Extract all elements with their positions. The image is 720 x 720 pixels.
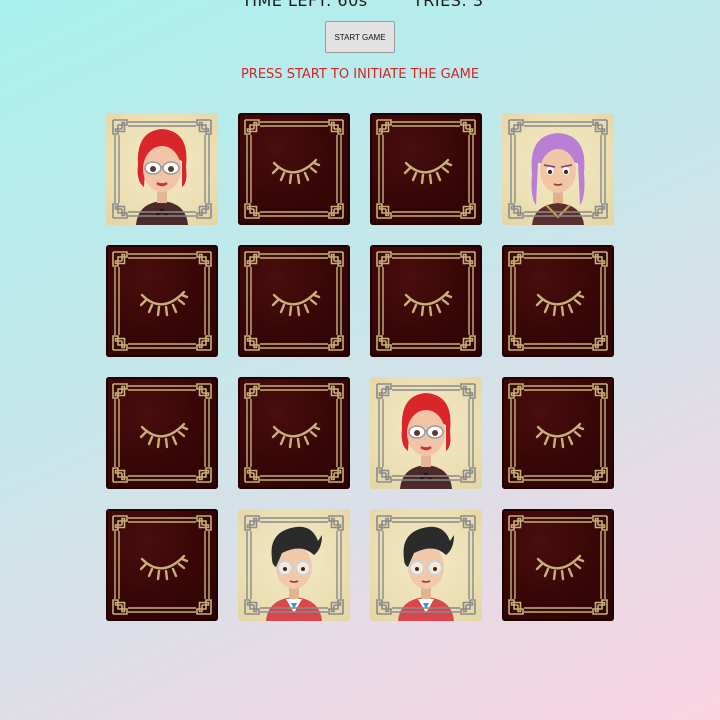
- memory-card-face-down[interactable]: [106, 509, 218, 621]
- memory-board: [106, 113, 614, 621]
- memory-card-face-up[interactable]: [238, 509, 350, 621]
- red-hair-sunglasses-woman-portrait: [400, 393, 452, 489]
- closed-eye-icon: [535, 290, 585, 317]
- memory-card-face-down[interactable]: [238, 113, 350, 225]
- memory-card-face-down[interactable]: [502, 245, 614, 357]
- closed-eye-icon: [139, 554, 189, 581]
- red-hair-sunglasses-woman-portrait: [136, 129, 188, 225]
- black-hair-glasses-man-portrait: [398, 526, 454, 621]
- memory-card-face-down[interactable]: [502, 509, 614, 621]
- memory-card-face-down[interactable]: [106, 245, 218, 357]
- memory-card-face-up[interactable]: [106, 113, 218, 225]
- black-hair-glasses-man-portrait: [266, 526, 322, 621]
- closed-eye-icon: [139, 290, 189, 317]
- memory-card-face-up[interactable]: [370, 509, 482, 621]
- closed-eye-icon: [139, 422, 189, 449]
- memory-card-face-down[interactable]: [502, 377, 614, 489]
- memory-card-face-down[interactable]: [106, 377, 218, 489]
- game-stats-bar: TIME LEFT: 60s TRIES: 3: [0, 0, 720, 10]
- tries-label: TRIES: 3: [413, 0, 484, 10]
- closed-eye-icon: [271, 158, 321, 185]
- start-game-button[interactable]: START GAME: [325, 21, 395, 53]
- closed-eye-icon: [403, 290, 453, 317]
- time-left-label: TIME LEFT: 60s: [242, 0, 368, 10]
- memory-card-face-down[interactable]: [370, 245, 482, 357]
- memory-card-face-down[interactable]: [370, 113, 482, 225]
- closed-eye-icon: [271, 290, 321, 317]
- closed-eye-icon: [403, 158, 453, 185]
- memory-card-face-down[interactable]: [238, 377, 350, 489]
- memory-card-face-down[interactable]: [238, 245, 350, 357]
- closed-eye-icon: [271, 422, 321, 449]
- status-message: PRESS START TO INITIATE THE GAME: [240, 67, 480, 82]
- closed-eye-icon: [535, 554, 585, 581]
- memory-card-face-up[interactable]: [502, 113, 614, 225]
- purple-hair-girl-portrait: [531, 133, 585, 225]
- closed-eye-icon: [535, 422, 585, 449]
- memory-card-face-up[interactable]: [370, 377, 482, 489]
